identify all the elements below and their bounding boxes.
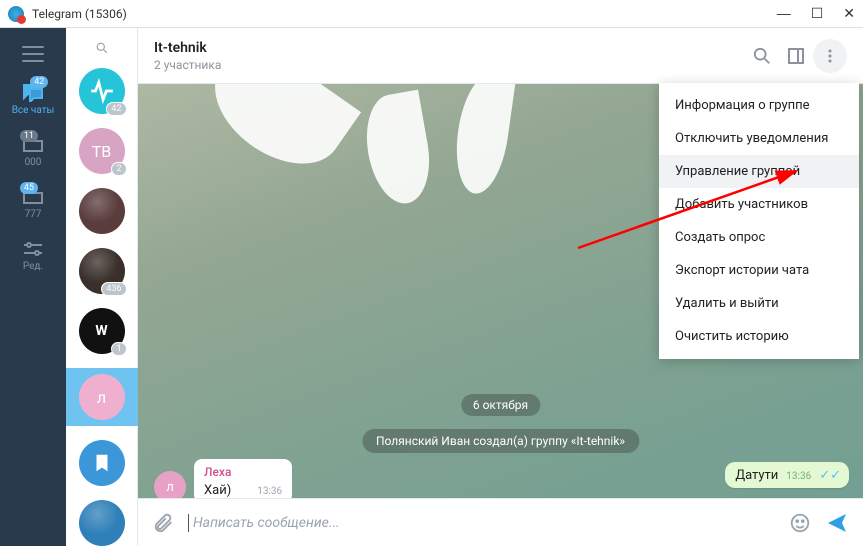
emoji-icon[interactable] (789, 512, 811, 534)
folder-label: 000 (25, 157, 42, 168)
chat-list-item[interactable] (79, 500, 125, 546)
chat-list-item[interactable] (79, 440, 125, 486)
menu-button[interactable] (22, 46, 44, 62)
chat-header: It-tehnik 2 участника (138, 28, 863, 84)
window-title: Telegram (15306) (32, 7, 127, 21)
folder-label: 777 (25, 209, 42, 220)
chat-list-item[interactable] (79, 188, 125, 234)
read-checks-icon: ✓✓ (819, 468, 841, 483)
maximize-button[interactable]: ☐ (811, 5, 824, 22)
sender-name[interactable]: Леха (204, 465, 282, 479)
chat-subtitle: 2 участника (154, 58, 745, 72)
folder-badge: 11 (20, 130, 38, 142)
message-text: Датути (735, 468, 778, 483)
menu-item[interactable]: Управление группой (659, 155, 859, 188)
chat-main: It-tehnik 2 участника 6 октября Полянски… (138, 28, 863, 546)
unread-badge: 1 (111, 342, 126, 356)
message-composer: Написать сообщение... (138, 498, 863, 546)
chat-avatar (79, 500, 125, 546)
menu-item[interactable]: Очистить историю (659, 320, 859, 353)
folder-badge: 42 (30, 76, 48, 88)
menu-item[interactable]: Экспорт истории чата (659, 254, 859, 287)
chat-list-item[interactable]: 436 (79, 248, 125, 294)
sender-avatar[interactable]: л (154, 471, 186, 498)
edit-label: Ред. (23, 261, 43, 272)
chat-avatar (79, 188, 125, 234)
unread-badge: 2 (111, 162, 126, 176)
app-logo-icon (8, 6, 24, 22)
folders-sidebar: Все чаты 42 000 11 777 45 Ред. (0, 28, 66, 546)
chat-avatar: л (79, 374, 125, 420)
window-titlebar: Telegram (15306) — ☐ ✕ (0, 0, 863, 28)
menu-item[interactable]: Отключить уведомления (659, 122, 859, 155)
incoming-message[interactable]: л Леха Хай) 13:36 (194, 459, 292, 498)
folder-badge: 45 (20, 182, 38, 194)
chat-list-item[interactable]: W1 (79, 308, 125, 354)
unread-badge: 42 (106, 102, 126, 116)
more-options-button[interactable] (813, 39, 847, 73)
menu-item[interactable]: Создать опрос (659, 221, 859, 254)
menu-item[interactable]: Информация о группе (659, 89, 859, 122)
folder-label: Все чаты (12, 105, 55, 116)
attach-icon[interactable] (152, 512, 174, 534)
menu-item[interactable]: Удалить и выйти (659, 287, 859, 320)
chat-list-item[interactable]: л (66, 368, 138, 426)
unread-badge: 436 (101, 282, 126, 296)
message-time: 13:36 (786, 471, 811, 482)
message-input[interactable]: Написать сообщение... (188, 514, 775, 532)
send-icon[interactable] (825, 511, 849, 535)
chat-list-item[interactable]: ТВ2 (79, 128, 125, 174)
outgoing-message[interactable]: Датути 13:36 ✓✓ (725, 462, 849, 488)
minimize-button[interactable]: — (777, 5, 791, 22)
sidebar-toggle-button[interactable] (779, 39, 813, 73)
chat-title[interactable]: It-tehnik (154, 40, 745, 56)
folder-all-chats[interactable]: Все чаты 42 (12, 82, 55, 116)
chat-search-button[interactable] (745, 39, 779, 73)
sliders-icon (22, 240, 44, 258)
folder-000[interactable]: 000 11 (22, 136, 44, 168)
chat-avatar (79, 440, 125, 486)
message-text: Хай) (204, 483, 231, 498)
menu-item[interactable]: Добавить участников (659, 188, 859, 221)
chat-list: 42 ТВ2 436 W1 л (66, 28, 138, 546)
service-message: Полянский Иван создал(а) группу «It-tehn… (362, 429, 639, 453)
edit-folders[interactable]: Ред. (22, 240, 44, 272)
folder-777[interactable]: 777 45 (22, 188, 44, 220)
search-icon[interactable] (92, 42, 112, 54)
message-time: 13:36 (257, 486, 282, 497)
close-button[interactable]: ✕ (843, 5, 855, 22)
date-separator: 6 октября (461, 394, 540, 416)
chat-list-item[interactable]: 42 (79, 68, 125, 114)
chat-options-menu: Информация о группеОтключить уведомления… (659, 83, 859, 359)
